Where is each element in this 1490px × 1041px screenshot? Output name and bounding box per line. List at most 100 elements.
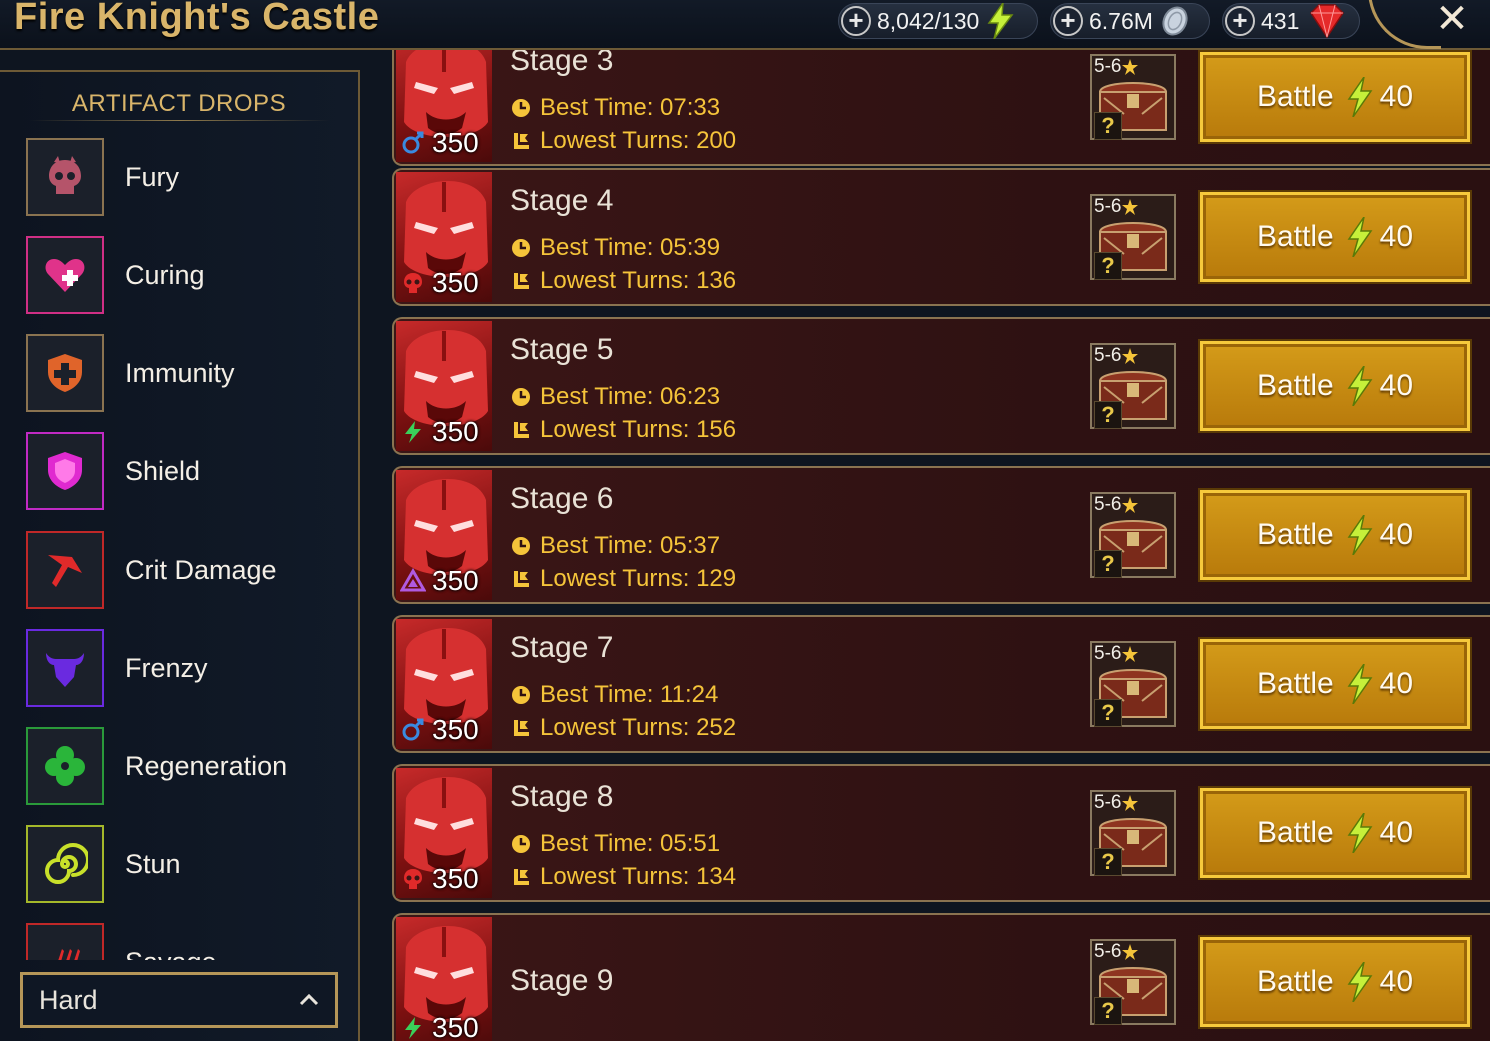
- artifact-set-label: Frenzy: [125, 653, 208, 683]
- reward-rank: 5-6: [1094, 643, 1139, 665]
- best-time-text: Best Time: 06:23: [540, 383, 721, 410]
- stage-name: Stage 5: [510, 333, 614, 366]
- energy-icon: [1334, 664, 1380, 704]
- battle-button[interactable]: Battle 40: [1200, 788, 1470, 878]
- rewards-chest[interactable]: 5-6 ?: [1090, 790, 1176, 876]
- frenzy-bull-icon: [26, 629, 104, 707]
- energy-cost: 40: [1379, 220, 1414, 253]
- stage-name: Stage 7: [510, 631, 614, 664]
- boss-badge: 350: [400, 126, 492, 160]
- rewards-chest[interactable]: 5-6 ?: [1090, 194, 1176, 280]
- energy-icon: [985, 3, 1015, 39]
- artifact-set-curing[interactable]: Curing: [26, 236, 346, 316]
- chevron-up-icon: [297, 988, 321, 1017]
- stage-row[interactable]: 350 Stage 3 Best Time: 07:33 Lowest Turns…: [392, 50, 1490, 166]
- battle-button[interactable]: Battle 40: [1200, 52, 1470, 142]
- stage-row[interactable]: 350 Stage 8 Best Time: 05:51 Lowest Turns…: [392, 764, 1490, 902]
- question-mark-icon: ?: [1094, 997, 1122, 1025]
- rewards-chest[interactable]: 5-6 ?: [1090, 641, 1176, 727]
- curing-heart-icon: [26, 236, 104, 314]
- lowest-turns: Lowest Turns: 134: [510, 863, 736, 891]
- artifact-set-crit-damage[interactable]: Crit Damage: [26, 531, 346, 611]
- artifact-set-regeneration[interactable]: Regeneration: [26, 727, 346, 807]
- star-icon: [1121, 58, 1139, 76]
- turns-flag-icon: [510, 717, 532, 739]
- clock-icon: [510, 386, 532, 408]
- energy-cost: 40: [1379, 518, 1414, 551]
- artifact-set-frenzy[interactable]: Frenzy: [26, 629, 346, 709]
- artifact-set-label: Savage: [125, 947, 217, 960]
- best-time: Best Time: 11:24: [510, 681, 718, 709]
- close-icon[interactable]: ✕: [1432, 0, 1472, 40]
- artifact-set-immunity[interactable]: Immunity: [26, 334, 346, 414]
- add-energy-button[interactable]: +: [841, 6, 871, 36]
- lowest-turns-text: Lowest Turns: 200: [540, 127, 737, 154]
- best-time-text: Best Time: 05:51: [540, 830, 721, 857]
- energy-icon: [1334, 366, 1380, 406]
- spirit-affinity-icon: [400, 419, 426, 445]
- energy-icon: [1334, 962, 1380, 1002]
- artifact-set-savage[interactable]: Savage: [26, 923, 346, 960]
- stage-row[interactable]: 350 Stage 5 Best Time: 06:23 Lowest Turns…: [392, 317, 1490, 455]
- question-mark-icon: ?: [1094, 699, 1122, 727]
- energy-icon: [1334, 77, 1380, 117]
- artifact-set-label: Crit Damage: [125, 555, 277, 585]
- boss-level: 350: [432, 1012, 479, 1041]
- battle-button[interactable]: Battle 40: [1200, 341, 1470, 431]
- rewards-chest[interactable]: 5-6 ?: [1090, 343, 1176, 429]
- boss-badge: 350: [400, 415, 492, 449]
- question-mark-icon: ?: [1094, 848, 1122, 876]
- stage-row[interactable]: 350 Stage 9 5-6 ? Battle 40: [392, 913, 1490, 1041]
- stage-row[interactable]: 350 Stage 7 Best Time: 11:24 Lowest Turns…: [392, 615, 1490, 753]
- battle-label: Battle: [1256, 369, 1334, 402]
- rewards-chest[interactable]: 5-6 ?: [1090, 492, 1176, 578]
- stage-name: Stage 3: [510, 50, 614, 77]
- silver-coin-icon: [1159, 5, 1191, 37]
- turns-flag-icon: [510, 568, 532, 590]
- reward-rank: 5-6: [1094, 494, 1139, 516]
- stage-row[interactable]: 350 Stage 6 Best Time: 05:37 Lowest Turns…: [392, 466, 1490, 604]
- energy-value: 8,042/130: [877, 7, 980, 34]
- best-time: Best Time: 06:23: [510, 383, 720, 411]
- best-time-text: Best Time: 11:24: [540, 681, 719, 708]
- boss-badge: 350: [400, 266, 492, 300]
- battle-button[interactable]: Battle 40: [1200, 490, 1470, 580]
- artifact-set-stun[interactable]: Stun: [26, 825, 346, 905]
- boss-level: 350: [432, 416, 479, 447]
- lowest-turns-text: Lowest Turns: 129: [540, 565, 737, 592]
- void-affinity-icon: [400, 568, 426, 594]
- savage-claw-icon: [26, 923, 104, 960]
- reward-rank-text: 5-6: [1094, 643, 1122, 664]
- spirit-affinity-icon: [400, 1015, 426, 1041]
- star-icon: [1121, 794, 1139, 812]
- stage-list[interactable]: 350 Stage 3 Best Time: 07:33 Lowest Turns…: [392, 50, 1490, 1041]
- rewards-chest[interactable]: 5-6 ?: [1090, 939, 1176, 1025]
- fury-skull-icon: [26, 138, 104, 216]
- lowest-turns: Lowest Turns: 200: [510, 127, 736, 155]
- energy-cost: 40: [1379, 80, 1414, 113]
- ruby-gem-icon: [1305, 3, 1349, 39]
- add-gems-button[interactable]: +: [1225, 6, 1255, 36]
- artifact-set-fury[interactable]: Fury: [26, 138, 346, 218]
- rewards-chest[interactable]: 5-6 ?: [1090, 54, 1176, 140]
- boss-level: 350: [432, 565, 479, 596]
- lowest-turns: Lowest Turns: 156: [510, 416, 736, 444]
- best-time-text: Best Time: 07:33: [540, 94, 721, 121]
- gems-resource: + 431: [1222, 3, 1360, 39]
- stage-row[interactable]: 350 Stage 4 Best Time: 05:39 Lowest Turns…: [392, 168, 1490, 306]
- battle-button[interactable]: Battle 40: [1200, 639, 1470, 729]
- add-silver-button[interactable]: +: [1053, 6, 1083, 36]
- battle-button[interactable]: Battle 40: [1200, 937, 1470, 1027]
- difficulty-dropdown[interactable]: Hard: [20, 972, 338, 1028]
- silver-resource: + 6.76M: [1050, 3, 1210, 39]
- difficulty-value: Hard: [39, 984, 98, 1015]
- artifact-set-shield[interactable]: Shield: [26, 432, 346, 512]
- clock-icon: [510, 237, 532, 259]
- artifact-set-list[interactable]: Fury Curing Immunity Shield Crit Damage: [0, 72, 358, 960]
- battle-label: Battle: [1256, 816, 1334, 849]
- boss-level: 350: [432, 267, 479, 298]
- page-title: Fire Knight's Castle: [14, 0, 380, 38]
- battle-button[interactable]: Battle 40: [1200, 192, 1470, 282]
- turns-flag-icon: [510, 419, 532, 441]
- reward-rank: 5-6: [1094, 56, 1139, 78]
